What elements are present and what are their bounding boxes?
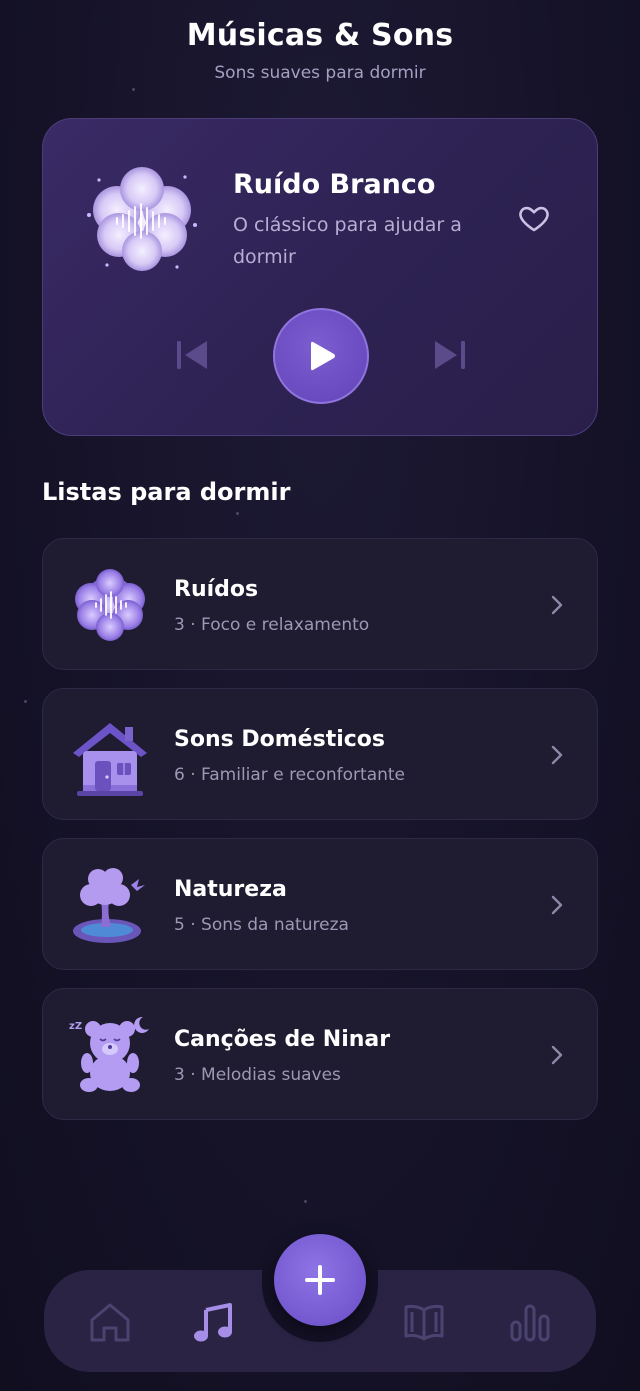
page-header: Músicas & Sons Sons suaves para dormir <box>0 18 640 83</box>
play-icon <box>311 341 335 371</box>
svg-text:zZ: zZ <box>69 1021 82 1032</box>
teddy-bear-icon: zZ <box>69 1016 149 1092</box>
add-icon <box>305 1265 335 1295</box>
chevron-right-icon <box>551 595 563 615</box>
background-star <box>304 1200 307 1203</box>
playlists-section-title: Listas para dormir <box>42 478 291 506</box>
playlist-card-ruidos[interactable]: Ruídos 3 · Foco e relaxamento <box>42 538 598 670</box>
playlist-card-natureza[interactable]: Natureza 5 · Sons da natureza <box>42 838 598 970</box>
next-track-icon[interactable] <box>429 337 469 373</box>
stats-icon[interactable] <box>508 1300 552 1344</box>
chevron-right-icon <box>551 1045 563 1065</box>
background-star <box>24 700 27 703</box>
playlist-name: Sons Domésticos <box>174 727 385 752</box>
track-title: Ruído Branco <box>233 169 436 200</box>
now-playing-card: Ruído Branco O clássico para ajudar a do… <box>42 118 598 436</box>
playlist-name: Ruídos <box>174 577 259 602</box>
playlist-name: Natureza <box>174 877 287 902</box>
chevron-right-icon <box>551 895 563 915</box>
add-button[interactable] <box>274 1234 366 1326</box>
app-screen: Músicas & Sons Sons suaves para dormir R… <box>0 0 640 1391</box>
playlist-meta: 3 · Melodias suaves <box>174 1065 341 1085</box>
playlist-name: Canções de Ninar <box>174 1027 391 1052</box>
play-button[interactable] <box>273 308 369 404</box>
playlist-meta: 6 · Familiar e reconfortante <box>174 765 406 785</box>
playlist-card-sons-domesticos[interactable]: Sons Domésticos 6 · Familiar e reconfort… <box>42 688 598 820</box>
soundwave-cloud-icon <box>75 569 145 641</box>
playlist-card-cancoes-de-ninar[interactable]: zZ Canções de Ninar 3 · Melodias suaves <box>42 988 598 1120</box>
playlist-meta: 5 · Sons da natureza <box>174 915 349 935</box>
white-noise-cloud-icon <box>87 167 197 271</box>
home-icon[interactable] <box>88 1300 132 1344</box>
track-description: O clássico para ajudar a dormir <box>233 214 462 268</box>
page-title: Músicas & Sons <box>186 18 454 53</box>
background-star <box>132 88 135 91</box>
background-star <box>236 512 239 515</box>
tree-pond-icon <box>73 868 145 943</box>
house-icon <box>73 723 147 796</box>
playlist-meta: 3 · Foco e relaxamento <box>174 615 370 635</box>
page-subtitle: Sons suaves para dormir <box>214 63 426 83</box>
music-note-icon[interactable] <box>192 1300 236 1344</box>
favorite-heart-icon[interactable] <box>517 201 551 235</box>
book-icon[interactable] <box>402 1300 446 1344</box>
chevron-right-icon <box>551 745 563 765</box>
previous-track-icon[interactable] <box>173 337 213 373</box>
